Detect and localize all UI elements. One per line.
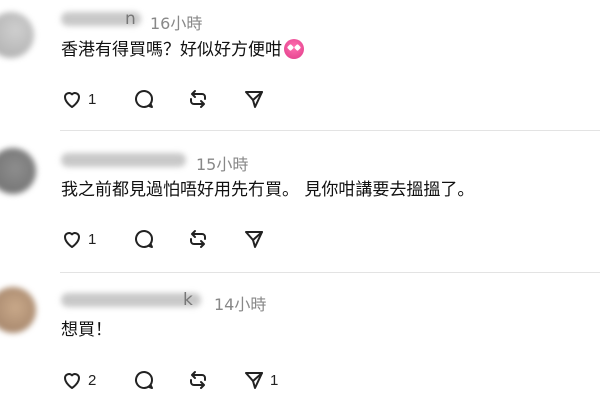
comment-bubble-icon: [135, 371, 153, 389]
comment-item: k 14小時 想買！ 2 1: [0, 0, 600, 410]
repost-button[interactable]: [186, 367, 214, 393]
username-blurred[interactable]: [61, 293, 201, 307]
comment-text: 想買！: [61, 320, 112, 340]
share-count: 1: [270, 371, 279, 389]
username-suffix[interactable]: k: [183, 290, 193, 310]
share-button[interactable]: 1: [242, 367, 278, 393]
send-icon: [245, 372, 263, 389]
like-button[interactable]: 2: [60, 367, 96, 393]
timestamp: 14小時: [214, 295, 267, 314]
like-count: 2: [88, 371, 97, 389]
reply-button[interactable]: [132, 367, 156, 393]
heart-icon: [64, 373, 80, 389]
avatar[interactable]: [0, 287, 36, 333]
repost-icon: [190, 371, 206, 389]
